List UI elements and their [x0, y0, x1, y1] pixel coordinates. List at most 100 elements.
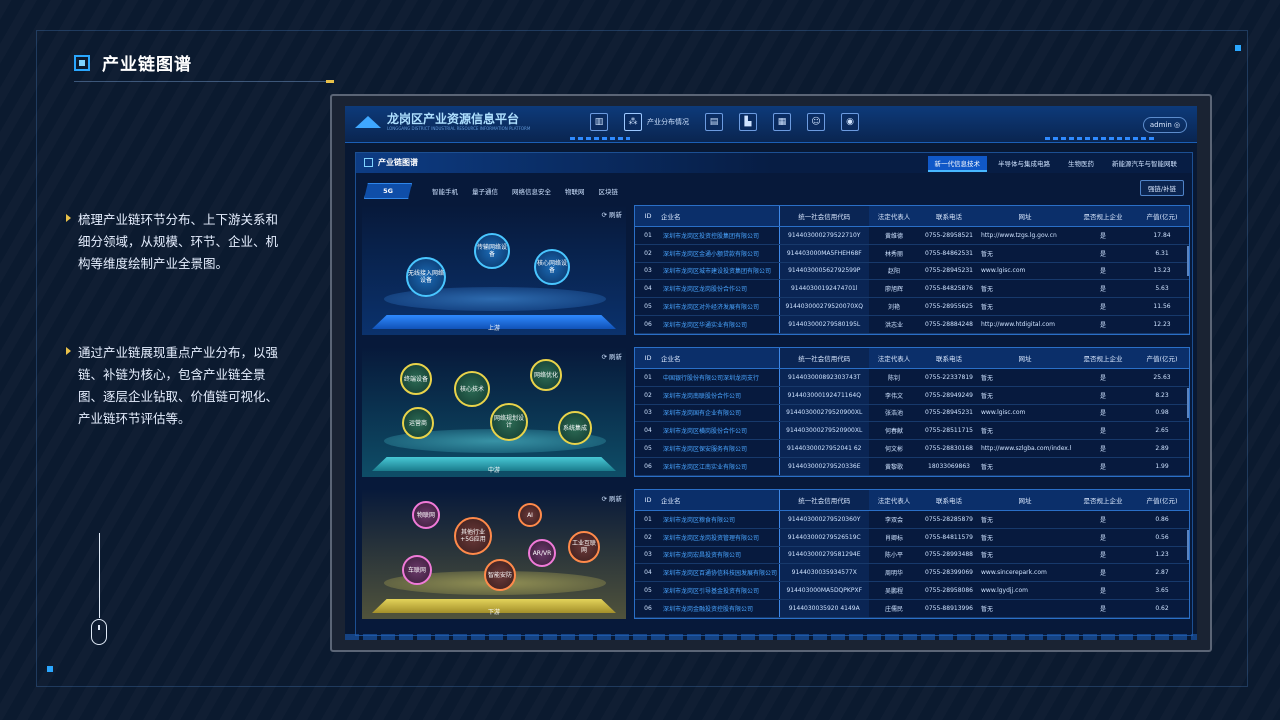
company-link[interactable]: 深圳市龙岗国有企业有限公司 — [661, 404, 779, 423]
distribution-icon: ⁂ — [624, 113, 642, 131]
bubble[interactable]: AI — [518, 503, 542, 527]
table-scrollbar[interactable] — [1187, 388, 1189, 418]
sub-tab-5g[interactable]: 5G — [364, 183, 412, 199]
tab-semiconductor[interactable]: 半导体与集成电路 — [991, 156, 1057, 172]
cell-website: 暂无 — [979, 386, 1071, 405]
company-link[interactable]: 深圳市龙岗金融投资控股有限公司 — [661, 599, 779, 618]
bubble[interactable]: 终端设备 — [400, 363, 432, 395]
company-link[interactable]: 深圳市龙岗区城市建设投资集团有限公司 — [661, 262, 779, 281]
table-row[interactable]: 06 深圳市龙岗区江南实业有限公司 914403000279520336E 黄黎歌 18… — [635, 457, 1189, 476]
map-pin-icon[interactable]: ◉ — [841, 113, 859, 131]
table-row[interactable]: 02 深圳市龙岗区龙岗投资管理有限公司 914403000279526519C 肖卿标… — [635, 528, 1189, 547]
cell-website: 暂无 — [979, 279, 1071, 299]
tab-new-it[interactable]: 新一代信息技术 — [927, 156, 987, 172]
sub-tab-smartphone[interactable]: 智能手机 — [432, 186, 458, 196]
company-link[interactable]: 深圳市龙岗区金通小额贷款有限公司 — [661, 244, 779, 263]
cell-output-value: 2.89 — [1135, 439, 1189, 458]
cell-legal-rep: 张浩池 — [869, 404, 919, 423]
user-menu[interactable]: admin ◎ — [1143, 117, 1187, 133]
bubble[interactable]: 传输网络设备 — [474, 233, 510, 269]
company-link[interactable]: 深圳市龙岗区龙岗股份合作公司 — [661, 279, 779, 299]
company-link[interactable]: 深圳市龙岗宏昌投资有限公司 — [661, 546, 779, 565]
bubble[interactable]: 工业互联网 — [568, 531, 600, 563]
sub-tab-iot[interactable]: 物联网 — [565, 186, 585, 196]
description-2: 通过产业链展现重点产业分布，以强链、补链为核心，包含产业链全景图、逐层企业钻取、… — [66, 342, 286, 430]
bubble[interactable]: 网络优化 — [530, 359, 562, 391]
cell-id: 01 — [635, 368, 661, 387]
strong-chain-button[interactable]: 强链/补链 — [1140, 180, 1184, 196]
bubble[interactable]: 无线接入网络设备 — [406, 257, 446, 297]
table-row[interactable]: 05 深圳市龙岗区引导基金投资有限公司 914403000MA5DQPKPXF 吴鹏程… — [635, 581, 1189, 600]
bubble[interactable]: 物联网 — [412, 501, 440, 529]
building-icon[interactable]: ▦ — [773, 113, 791, 131]
bubble[interactable]: 运营商 — [402, 407, 434, 439]
company-link[interactable]: 深圳市龙岗区横岗股份合作公司 — [661, 421, 779, 441]
bubble[interactable]: 系统集成 — [558, 411, 592, 445]
bubble[interactable]: 其他行业+5G应用 — [454, 517, 492, 555]
bubble[interactable]: 核心网络设备 — [534, 249, 570, 285]
col-id: ID — [635, 206, 661, 227]
nav-item-industry-distribution[interactable]: ⁂ 产业分布情况 — [624, 113, 689, 131]
sub-tab-quantum[interactable]: 量子通信 — [472, 186, 498, 196]
table-header-row: ID 企业名 统一社会信用代码 法定代表人 联系电话 网址 是否规上企业 产值(… — [635, 490, 1189, 511]
bubble[interactable]: 核心技术 — [454, 371, 490, 407]
app-screen: 龙岗区产业资源信息平台 LONGGANG DISTRICT INDUSTRIAL… — [345, 106, 1197, 640]
bar-chart-icon[interactable]: ▥ — [590, 113, 608, 131]
table-row[interactable]: 03 深圳市龙岗宏昌投资有限公司 914403000279581294E 陈小平 075… — [635, 546, 1189, 565]
table-row[interactable]: 05 深圳市龙岗区保安服务有限公司 91440300027952041 62 何文彬 0… — [635, 439, 1189, 458]
cell-id: 06 — [635, 315, 661, 334]
refresh-button[interactable]: ⟳ 刷新 — [601, 493, 622, 503]
table-scrollbar[interactable] — [1187, 246, 1189, 276]
person-icon[interactable]: ☺ — [807, 113, 825, 131]
bubble[interactable]: 车联网 — [402, 555, 432, 585]
sub-tab-blockchain[interactable]: 区块链 — [599, 186, 619, 196]
company-link[interactable]: 深圳市龙岗南联股份合作公司 — [661, 386, 779, 405]
cell-phone: 18033069863 — [919, 457, 979, 476]
table-row[interactable]: 01 中国银行股份有限公司深圳龙岗支行 914403000892303743T 陈钊 0… — [635, 368, 1189, 387]
document-icon[interactable]: ▤ — [705, 113, 723, 131]
cell-website: 暂无 — [979, 599, 1071, 618]
company-link[interactable]: 深圳市龙岗区百通协信科技园发展有限公司 — [661, 563, 779, 583]
top-nav: ▥ ⁂ 产业分布情况 ▤ ▙ ▦ ☺ ◉ — [590, 113, 875, 131]
table-row[interactable]: 04 深圳市龙岗区百通协信科技园发展有限公司 9144030035934577X 周明… — [635, 563, 1189, 583]
company-link[interactable]: 深圳市龙岗区江南实业有限公司 — [661, 457, 779, 476]
table-row[interactable]: 01 深圳市龙岗区粮食有限公司 914403000279520360Y 李双会 0755… — [635, 510, 1189, 529]
table-row[interactable]: 01 深圳市龙岗区投资控股集团有限公司 914403000279522710Y 黄维德… — [635, 226, 1189, 245]
table-row[interactable]: 04 深圳市龙岗区龙岗股份合作公司 91440300192474701l 廖旭辉 075… — [635, 279, 1189, 299]
company-link[interactable]: 深圳市龙岗区保安服务有限公司 — [661, 439, 779, 458]
cell-phone: 0755-28285879 — [919, 510, 979, 529]
table-row[interactable]: 03 深圳市龙岗国有企业有限公司 914403000279520900XL 张浩池 07… — [635, 404, 1189, 423]
stage-downstream: ⟳ 刷新 物联网 其他行业+5G应用 AI AR/VR 工业互联网 车联网 智能… — [362, 489, 626, 619]
cell-id: 04 — [635, 563, 661, 583]
company-link[interactable]: 深圳市龙岗区引导基金投资有限公司 — [661, 581, 779, 600]
cell-output-value: 13.23 — [1135, 262, 1189, 281]
col-above-scale: 是否规上企业 — [1071, 348, 1135, 369]
enterprise-table-upstream: ID 企业名 统一社会信用代码 法定代表人 联系电话 网址 是否规上企业 产值(… — [634, 205, 1190, 335]
company-link[interactable]: 深圳市龙岗区粮食有限公司 — [661, 510, 779, 529]
refresh-button[interactable]: ⟳ 刷新 — [601, 209, 622, 219]
cell-website: 暂无 — [979, 546, 1071, 565]
company-link[interactable]: 深圳市龙岗区龙岗投资管理有限公司 — [661, 528, 779, 547]
tab-new-energy-vehicle[interactable]: 新能源汽车与智能网联 — [1105, 156, 1184, 172]
table-row[interactable]: 03 深圳市龙岗区城市建设投资集团有限公司 914403000562792599P 赵… — [635, 262, 1189, 281]
factory-icon[interactable]: ▙ — [739, 113, 757, 131]
tab-biomedicine[interactable]: 生物医药 — [1061, 156, 1101, 172]
company-link[interactable]: 中国银行股份有限公司深圳龙岗支行 — [661, 368, 779, 387]
table-row[interactable]: 04 深圳市龙岗区横岗股份合作公司 914403000279520900XL 何春献 0… — [635, 421, 1189, 441]
col-phone: 联系电话 — [919, 206, 979, 227]
bubble[interactable]: AR/VR — [528, 539, 556, 567]
company-link[interactable]: 深圳市龙岗区对外经济发展有限公司 — [661, 297, 779, 316]
cell-above-scale: 是 — [1071, 226, 1135, 245]
table-row[interactable]: 05 深圳市龙岗区对外经济发展有限公司 914403000279520070XQ 刘艳… — [635, 297, 1189, 316]
company-link[interactable]: 深圳市龙岗区华通实业有限公司 — [661, 315, 779, 334]
table-row[interactable]: 02 深圳市龙岗南联股份合作公司 914403000192471164Q 李伟文 075… — [635, 386, 1189, 405]
table-row[interactable]: 06 深圳市龙岗区华通实业有限公司 914403000279580195L 洪志业 07… — [635, 315, 1189, 334]
table-row[interactable]: 02 深圳市龙岗区金通小额贷款有限公司 914403000MA5FHEH68F 林秀丽… — [635, 244, 1189, 263]
table-row[interactable]: 06 深圳市龙岗金融投资控股有限公司 9144030035920 4149A 庄儒民 0… — [635, 599, 1189, 618]
sub-tab-security[interactable]: 网络信息安全 — [512, 186, 551, 196]
bubble[interactable]: 网络规划设计 — [490, 403, 528, 441]
table-scrollbar[interactable] — [1187, 530, 1189, 560]
company-link[interactable]: 深圳市龙岗区投资控股集团有限公司 — [661, 226, 779, 245]
bubble[interactable]: 智能安防 — [484, 559, 516, 591]
refresh-button[interactable]: ⟳ 刷新 — [601, 351, 622, 361]
